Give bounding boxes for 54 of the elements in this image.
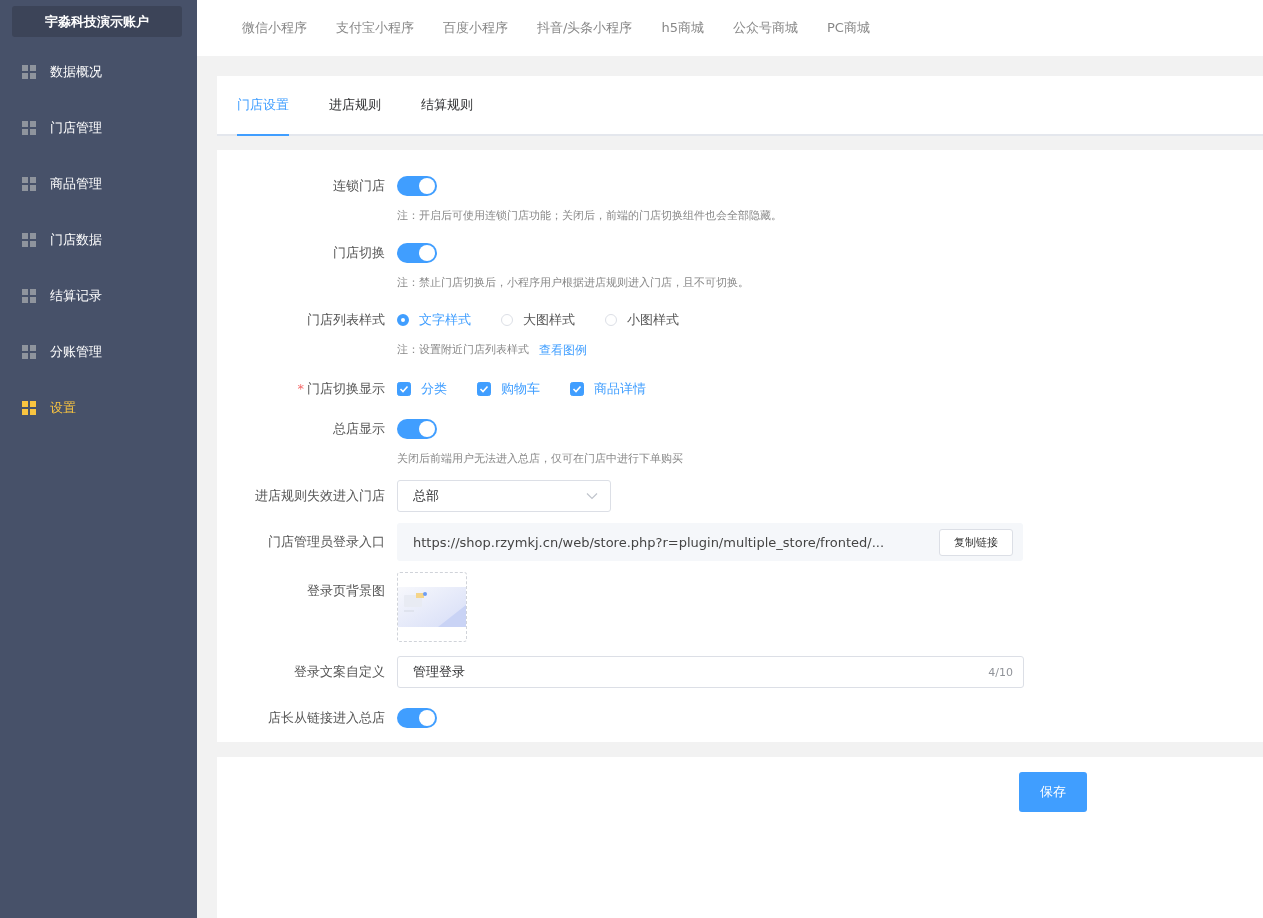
sidebar-item[interactable]: 门店管理	[0, 100, 197, 156]
platform-tab[interactable]: 微信小程序	[242, 19, 307, 37]
sidebar-item[interactable]: 分账管理	[0, 324, 197, 380]
hint-text: 注：设置附近门店列表样式	[397, 342, 529, 358]
checkbox-icon[interactable]	[397, 382, 411, 396]
radio-option[interactable]: 文字样式	[397, 310, 471, 330]
hint-text: 注：禁止门店切换后，小程序用户根据进店规则进入门店，且不可切换。	[397, 275, 749, 290]
platform-tab[interactable]: 公众号商城	[732, 19, 798, 37]
grid-icon	[22, 289, 36, 303]
grid-icon	[22, 401, 36, 415]
sidebar-item[interactable]: 设置	[0, 380, 197, 436]
hint-text: 关闭后前端用户无法进入总店，仅可在门店中进行下单购买	[397, 451, 683, 466]
tab[interactable]: 进店规则	[329, 76, 381, 136]
checkbox-icon[interactable]	[570, 382, 584, 396]
account-name[interactable]: 宇淼科技演示账户	[12, 6, 182, 37]
sidebar-item[interactable]: 结算记录	[0, 268, 197, 324]
checkbox-icon[interactable]	[477, 382, 491, 396]
toggle-switch[interactable]	[397, 419, 437, 439]
save-button[interactable]: 保存	[1019, 772, 1087, 812]
platform-tab[interactable]: 支付宝小程序	[336, 19, 414, 37]
platform-tab[interactable]: 抖音/头条小程序	[537, 19, 633, 37]
select-field[interactable]: 总部	[397, 480, 611, 512]
grid-icon	[22, 177, 36, 191]
grid-icon	[22, 345, 36, 359]
checkbox-option[interactable]: 购物车	[477, 379, 540, 399]
form-card: 连锁门店 注：开启后可使用连锁门店功能；关闭后，前端的门店切换组件也会全部隐藏。 门店切换 注：禁止门店切换后，小程序用户根据进店规则进入门店，且不可切换。 门店列表样式 文字样式 大图样式 小图样式 注：设置附近门店列表样式 查看图例 * 门店切换显示 分类 购物车 商品详情 总店显示 关闭后前端用户无法进入总店，仅可在门店中进行下单购买 进店规则失效进入门店 总部 门店管理员登录入口 https://shop.rzymkj.cn/web/store.php?r=plugin/multiple_store/fronted/... 复制链接 登录页背景图 登录文案自定义 管理登录 4/10 店长从链接进入总店	[217, 150, 1263, 742]
toggle-switch[interactable]	[397, 176, 437, 196]
sidebar-item[interactable]: 数据概况	[0, 44, 197, 100]
required-mark: *	[297, 381, 304, 396]
platform-tab[interactable]: PC商城	[826, 19, 870, 37]
copy-link-button[interactable]: 复制链接	[939, 528, 1013, 556]
checkbox-option[interactable]: 商品详情	[570, 379, 646, 399]
input-field[interactable]: 管理登录 4/10	[397, 656, 1024, 688]
grid-icon	[22, 65, 36, 79]
hint-text: 注：开启后可使用连锁门店功能；关闭后，前端的门店切换组件也会全部隐藏。	[397, 208, 782, 223]
view-example-link[interactable]: 查看图例	[539, 342, 587, 359]
radio-icon[interactable]	[397, 314, 409, 326]
sidebar-item[interactable]: 门店数据	[0, 212, 197, 268]
chevron-down-icon	[586, 492, 598, 500]
platform-tab[interactable]: 百度小程序	[443, 19, 508, 37]
platform-tab[interactable]: h5商城	[661, 19, 704, 37]
url-text: https://shop.rzymkj.cn/web/store.php?r=plugin/multiple_store/fronted/...	[413, 534, 885, 550]
radio-option[interactable]: 大图样式	[501, 310, 575, 330]
grid-icon	[22, 121, 36, 135]
tab[interactable]: 结算规则	[421, 76, 473, 136]
toggle-switch[interactable]	[397, 243, 437, 263]
checkbox-option[interactable]: 分类	[397, 379, 447, 399]
tab[interactable]: 门店设置	[237, 76, 289, 136]
grid-icon	[22, 233, 36, 247]
image-upload[interactable]	[397, 572, 467, 642]
radio-option[interactable]: 小图样式	[605, 310, 679, 330]
toggle-switch[interactable]	[397, 708, 437, 728]
sidebar-item[interactable]: 商品管理	[0, 156, 197, 212]
character-count: 4/10	[988, 665, 1013, 679]
